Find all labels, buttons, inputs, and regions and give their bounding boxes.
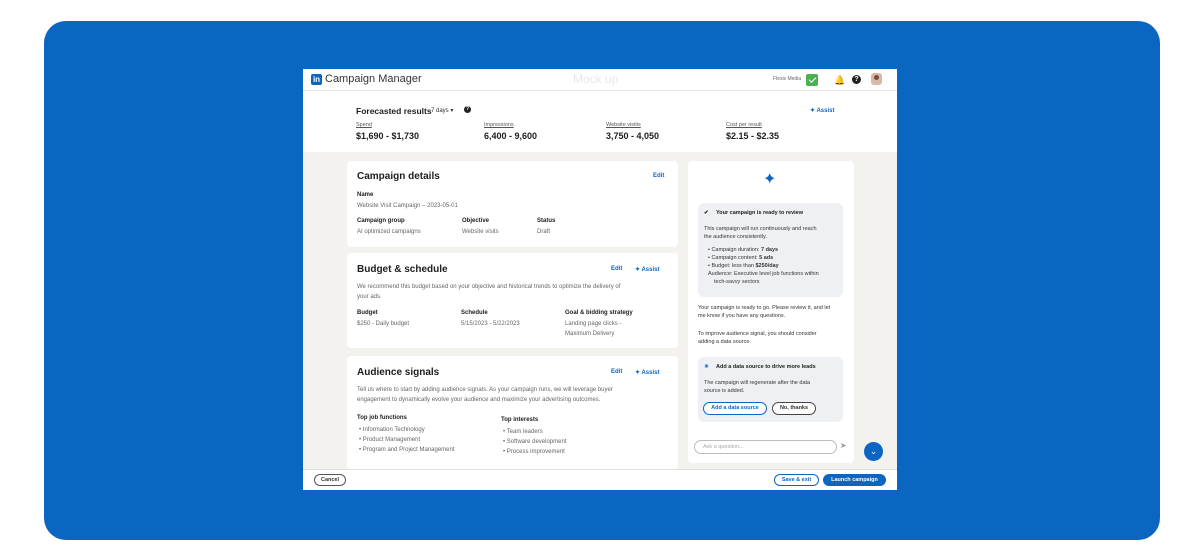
- sparkle-icon: ✦: [763, 171, 777, 188]
- objective-label: Objective: [462, 218, 490, 224]
- bullet-duration: • Campaign duration: 7 days: [708, 247, 779, 253]
- metric-label[interactable]: Spend: [356, 122, 419, 128]
- ready-review-message: ✔ Your campaign is ready to review This …: [698, 203, 843, 297]
- metric-spend: Spend $1,690 - $1,730: [356, 122, 419, 141]
- list-item: Product Management: [359, 437, 455, 447]
- job-functions-title: Top job functions: [357, 415, 407, 421]
- group-label: Campaign group: [357, 218, 405, 224]
- save-exit-button[interactable]: Save & exit: [774, 474, 819, 486]
- metric-label[interactable]: Website visitis: [606, 122, 659, 128]
- audience-signals-card: Audience signals Edit ✦ Assist Tell us w…: [347, 356, 678, 469]
- goal-value-cont: Maximum Delivery: [565, 331, 615, 337]
- metric-label[interactable]: Cost per result: [726, 122, 779, 128]
- budget-value: $250 - Daily budget: [357, 321, 410, 327]
- name-label: Name: [357, 192, 374, 198]
- bell-icon[interactable]: 🔔: [834, 75, 845, 86]
- metric-value: 6,400 - 9,600: [484, 131, 538, 141]
- app-title: Campaign Manager: [325, 73, 422, 85]
- bullet-budget: • Budget: less than $250/day: [708, 263, 779, 269]
- status-label: Status: [537, 218, 556, 224]
- avatar[interactable]: [871, 73, 882, 85]
- budget-label: Budget: [357, 310, 378, 316]
- list-item: Software development: [503, 439, 567, 449]
- mockup-watermark: Mock up: [573, 72, 619, 86]
- top-bar: in Campaign Manager Mock up Flexis Media…: [303, 69, 897, 91]
- edit-button[interactable]: Edit: [611, 266, 622, 272]
- ready-body-cont: the audience consistently.: [704, 234, 767, 240]
- status-value: Draft: [537, 229, 551, 235]
- no-thanks-button[interactable]: No, thanks: [772, 402, 816, 415]
- linkedin-logo-icon: in: [311, 74, 322, 85]
- bullet-audience: Audience: Executive level job functions …: [708, 271, 819, 277]
- launch-campaign-button[interactable]: Launch campaign: [823, 474, 886, 486]
- check-icon: ✔: [704, 210, 709, 216]
- scroll-down-button[interactable]: ⌄: [864, 442, 883, 461]
- lightbulb-icon: ☀: [704, 364, 709, 370]
- metric-value: $2.15 - $2.35: [726, 131, 780, 141]
- assist-button[interactable]: ✦ Assist: [635, 369, 659, 376]
- suggestion-body: The campaign will regenerate after the d…: [704, 380, 811, 386]
- campaign-details-card: Campaign details Edit Name Website Visit…: [347, 161, 678, 247]
- ask-question-input[interactable]: Ask a question...: [694, 440, 837, 454]
- metric-cost-per-result: Cost per result $2.15 - $2.35: [726, 122, 779, 141]
- ready-title: Your campaign is ready to review: [716, 210, 804, 216]
- send-icon[interactable]: ➤: [840, 441, 847, 450]
- account-logo-icon[interactable]: [806, 74, 818, 86]
- job-functions-list: Information Technology Product Managemen…: [359, 427, 455, 457]
- metric-value: 3,750 - 4,050: [606, 131, 660, 141]
- forecast-assist-button[interactable]: ✦ Assist: [810, 107, 834, 114]
- assist-button[interactable]: ✦ Assist: [635, 266, 659, 273]
- goal-label: Goal & bidding strategy: [565, 310, 633, 316]
- assistant-message-2-cont: adding a data source.: [698, 339, 751, 345]
- edit-button[interactable]: Edit: [653, 173, 664, 179]
- list-item: Team leaders: [503, 429, 566, 439]
- assistant-message-2: To improve audience signal, you should c…: [698, 331, 817, 337]
- list-item: Process improvement: [503, 449, 566, 459]
- forecast-help-icon[interactable]: ?: [464, 106, 471, 113]
- goal-value: Landing page clicks -: [565, 321, 622, 327]
- interests-title: Top interests: [501, 417, 539, 423]
- footer-bar: Cancel Save & exit Launch campaign: [303, 469, 897, 490]
- bullet-content: • Campaign content: 5 ads: [708, 255, 774, 261]
- objective-value: Website visits: [462, 229, 499, 235]
- card-title: Audience signals: [357, 367, 440, 378]
- audience-description-cont: engagement to dynamically evolve your au…: [357, 397, 601, 403]
- name-value: Website Visit Campaign – 2023-05-01: [357, 203, 458, 209]
- ready-body: This campaign will run continuously and …: [704, 226, 817, 232]
- schedule-value: 5/15/2023 - 5/22/2023: [461, 321, 520, 327]
- list-item: Information Technology: [359, 427, 455, 437]
- assistant-panel: ✦ ✔ Your campaign is ready to review Thi…: [688, 161, 854, 463]
- list-item: Program and Project Management: [359, 447, 455, 457]
- help-icon[interactable]: ?: [852, 75, 861, 84]
- card-title: Budget & schedule: [357, 264, 448, 275]
- cancel-button[interactable]: Cancel: [314, 474, 346, 486]
- metric-website-visits: Website visitis 3,750 - 4,050: [606, 122, 659, 141]
- forecast-range-dropdown[interactable]: 7 days ▾: [431, 107, 453, 114]
- metric-value: $1,690 - $1,730: [356, 131, 420, 141]
- budget-description: We recommend this budget based on your o…: [357, 284, 621, 290]
- edit-button[interactable]: Edit: [611, 369, 622, 375]
- audience-description: Tell us where to start by adding audienc…: [357, 387, 613, 393]
- forecast-title: Forecasted results: [356, 106, 432, 116]
- campaign-manager-window: in Campaign Manager Mock up Flexis Media…: [303, 69, 897, 490]
- forecast-bar: Forecasted results 7 days ▾ ? ✦ Assist S…: [303, 91, 897, 152]
- group-value: AI optimized campaigns: [357, 229, 421, 235]
- assistant-message-1: Your campaign is ready to go. Please rev…: [698, 305, 831, 311]
- budget-description-cont: your ads.: [357, 294, 382, 300]
- metric-impressions: Impressions 6,400 - 9,600: [484, 122, 537, 141]
- account-name[interactable]: Flexis Media: [773, 76, 801, 82]
- schedule-label: Schedule: [461, 310, 488, 316]
- interests-list: Team leaders Software development Proces…: [503, 429, 567, 459]
- suggestion-title: Add a data source to drive more leads: [716, 364, 816, 370]
- add-data-source-button[interactable]: Add a data source: [703, 402, 767, 415]
- assistant-message-1-cont: me know if you have any questions.: [698, 313, 786, 319]
- bullet-audience-cont: tech-savvy sectors: [714, 279, 760, 285]
- data-source-suggestion: ☀ Add a data source to drive more leads …: [698, 357, 843, 422]
- budget-schedule-card: Budget & schedule Edit ✦ Assist We recom…: [347, 253, 678, 348]
- metric-label[interactable]: Impressions: [484, 122, 537, 128]
- suggestion-body-cont: source is added.: [704, 388, 745, 394]
- card-title: Campaign details: [357, 171, 440, 182]
